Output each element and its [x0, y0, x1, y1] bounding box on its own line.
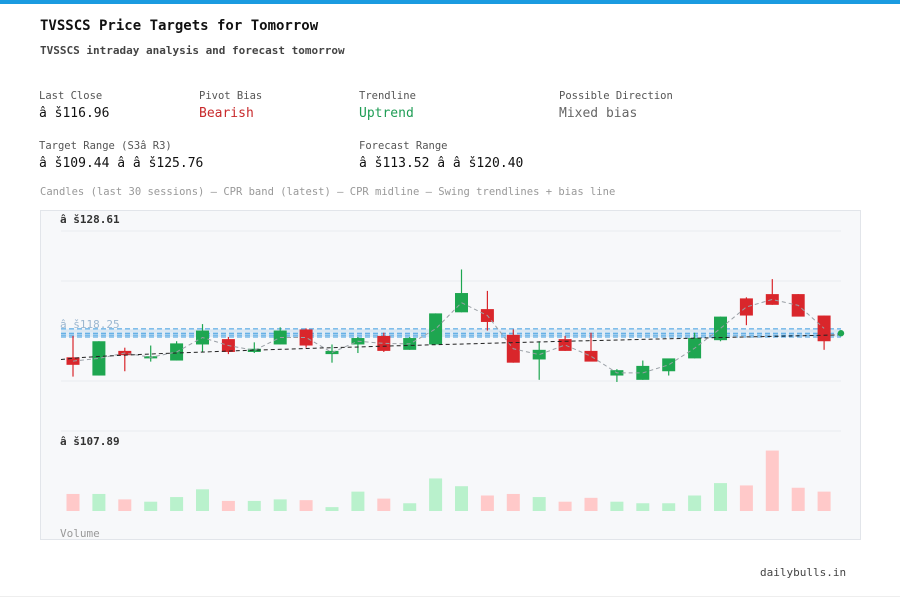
- stat-value: â š116.96: [39, 106, 110, 121]
- candle-body: [765, 294, 779, 305]
- volume-bar: [273, 499, 287, 511]
- candle-body: [739, 298, 753, 316]
- stat-pivot-bias: Pivot Bias Bearish: [199, 90, 262, 121]
- stat-direction: Possible Direction Mixed bias: [559, 90, 673, 121]
- volume-bar: [765, 450, 779, 511]
- footer-brand: dailybulls.in: [760, 566, 847, 579]
- price-label-cpr: â š118.25: [60, 318, 120, 331]
- stat-label: Trendline: [359, 90, 416, 102]
- stat-value: Bearish: [199, 106, 254, 121]
- volume-bar: [584, 497, 598, 511]
- volume-bar: [325, 507, 339, 511]
- volume-bar: [118, 499, 132, 511]
- stat-trendline: Trendline Uptrend: [359, 90, 416, 121]
- candle-body: [429, 313, 443, 345]
- stat-value: Uptrend: [359, 106, 414, 121]
- footer-divider: [0, 596, 900, 597]
- volume-bar: [377, 498, 391, 511]
- volume-bar: [506, 493, 520, 511]
- accent-top-bar: [0, 0, 900, 4]
- volume-bar: [196, 489, 209, 511]
- volume-bar: [351, 491, 365, 511]
- price-label-bottom: â š107.89: [60, 435, 120, 448]
- last-close-marker: [837, 330, 845, 337]
- volume-bar: [455, 486, 468, 511]
- volume-bar: [739, 485, 753, 511]
- stat-value: â š113.52 â â š120.40: [359, 156, 524, 171]
- stat-label: Possible Direction: [559, 90, 673, 102]
- volume-bar: [636, 503, 650, 511]
- volume-bar: [688, 495, 702, 511]
- volume-bar: [299, 500, 313, 511]
- page-title: TVSSCS Price Targets for Tomorrow: [40, 18, 319, 34]
- candle-body: [455, 293, 468, 313]
- volume-bar: [170, 497, 184, 511]
- stat-last-close: Last Close â š116.96: [39, 90, 109, 121]
- volume-bar: [532, 497, 546, 511]
- stat-label: Forecast Range: [359, 140, 448, 152]
- candle-body: [532, 349, 546, 360]
- volume-bar: [817, 491, 831, 511]
- volume-bar: [714, 483, 727, 511]
- candle-body: [714, 316, 727, 341]
- volume-bar: [144, 501, 158, 511]
- volume-bar: [247, 500, 261, 511]
- chart-caption: Candles (last 30 sessions) – CPR band (l…: [40, 186, 616, 198]
- volume-bar: [610, 501, 624, 511]
- price-label-top: â š128.61: [60, 213, 120, 226]
- candlestick-chart: â š128.61 â š118.25 â š107.89 Volume: [60, 213, 845, 540]
- stat-target-range: Target Range (S3â R3) â š109.44 â â š125…: [39, 140, 203, 171]
- stat-value: â š109.44 â â š125.76: [39, 156, 204, 171]
- volume-label: Volume: [60, 527, 100, 540]
- stat-forecast-range: Forecast Range â š113.52 â â š120.40: [359, 140, 523, 171]
- volume-bar: [403, 503, 417, 511]
- stat-label: Pivot Bias: [199, 90, 263, 102]
- volume-bar: [558, 501, 572, 511]
- chart-panel: â š128.61 â š118.25 â š107.89 Volume: [40, 210, 861, 540]
- volume-bar: [221, 500, 235, 511]
- volume-bar: [429, 478, 443, 511]
- page-subtitle: TVSSCS intraday analysis and forecast to…: [40, 44, 345, 57]
- volume-bar: [92, 493, 106, 511]
- candle-body: [584, 350, 598, 362]
- stat-label: Last Close: [39, 90, 103, 102]
- stat-label: Target Range (S3â R3): [39, 140, 172, 152]
- volume-bar: [791, 487, 805, 511]
- volume-bar: [480, 495, 494, 511]
- stat-value: Mixed bias: [559, 106, 638, 121]
- candle-body: [662, 358, 676, 372]
- volume-bar: [66, 493, 80, 511]
- volume-bar: [662, 503, 676, 511]
